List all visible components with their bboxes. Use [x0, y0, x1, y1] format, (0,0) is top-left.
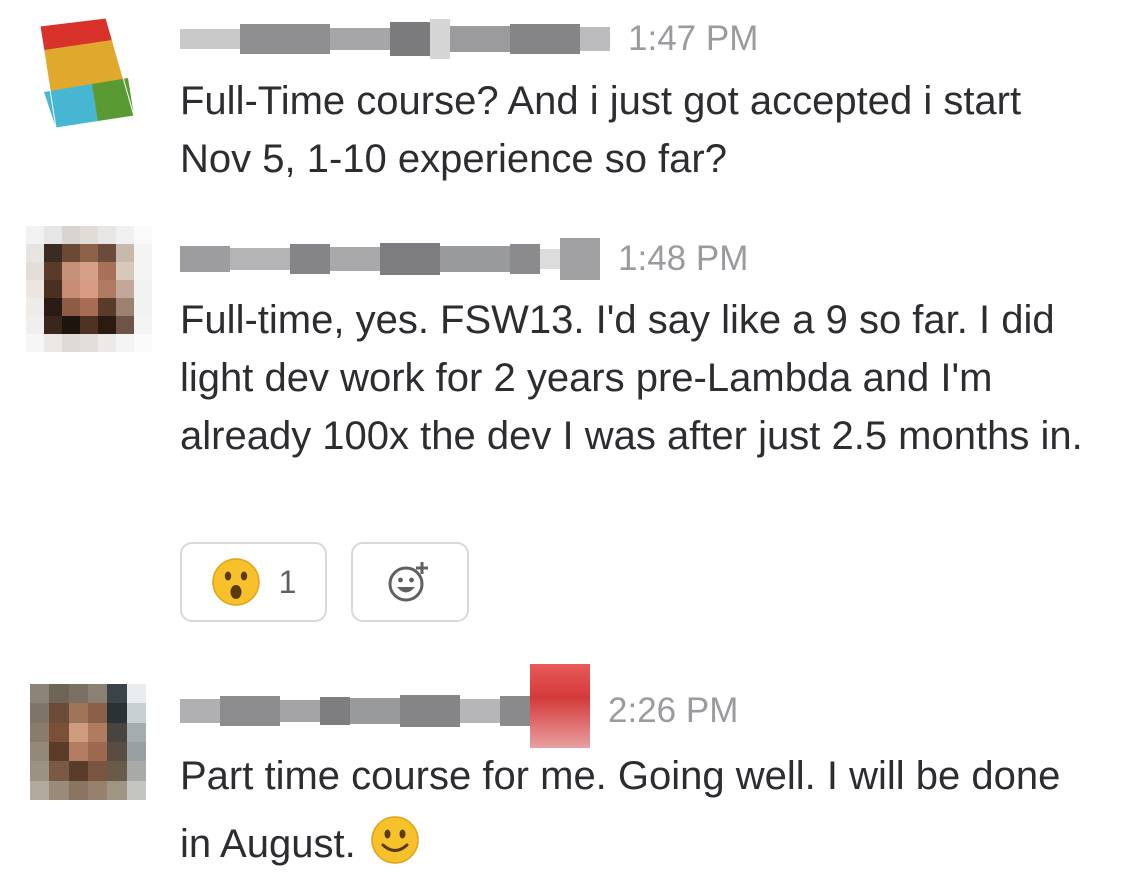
timestamp[interactable]: 2:26 PM [608, 691, 738, 731]
message-list: 1:47 PM Full-Time course? And i just got… [0, 0, 1126, 877]
reactions-bar: 1 [180, 542, 469, 622]
message-text: Part time course for me. Going well. I w… [180, 742, 1100, 877]
app-logo-icon [32, 18, 144, 130]
timestamp[interactable]: 1:48 PM [618, 239, 748, 279]
reaction-astonished[interactable]: 1 [180, 542, 327, 622]
sender-name-redacted[interactable] [180, 234, 600, 284]
sender-name-redacted[interactable] [180, 664, 590, 748]
reaction-count: 1 [278, 563, 297, 600]
message-text-body: Part time course for me. Going well. I w… [180, 754, 1061, 866]
avatar-user-2[interactable] [26, 226, 152, 352]
message-text: Full-Time course? And i just got accepte… [180, 79, 1022, 181]
slightly-smiling-face-icon [370, 815, 420, 877]
message-text: Full-time, yes. FSW13. I'd say like a 9 … [180, 298, 1083, 458]
avatar-app-logo[interactable] [32, 18, 144, 130]
sender-name-redacted[interactable] [180, 14, 610, 64]
add-reaction-icon [388, 562, 428, 602]
astonished-face-icon [211, 558, 260, 606]
avatar-user-3[interactable] [30, 684, 146, 800]
add-reaction-button[interactable] [351, 542, 469, 622]
timestamp[interactable]: 1:47 PM [628, 19, 758, 59]
